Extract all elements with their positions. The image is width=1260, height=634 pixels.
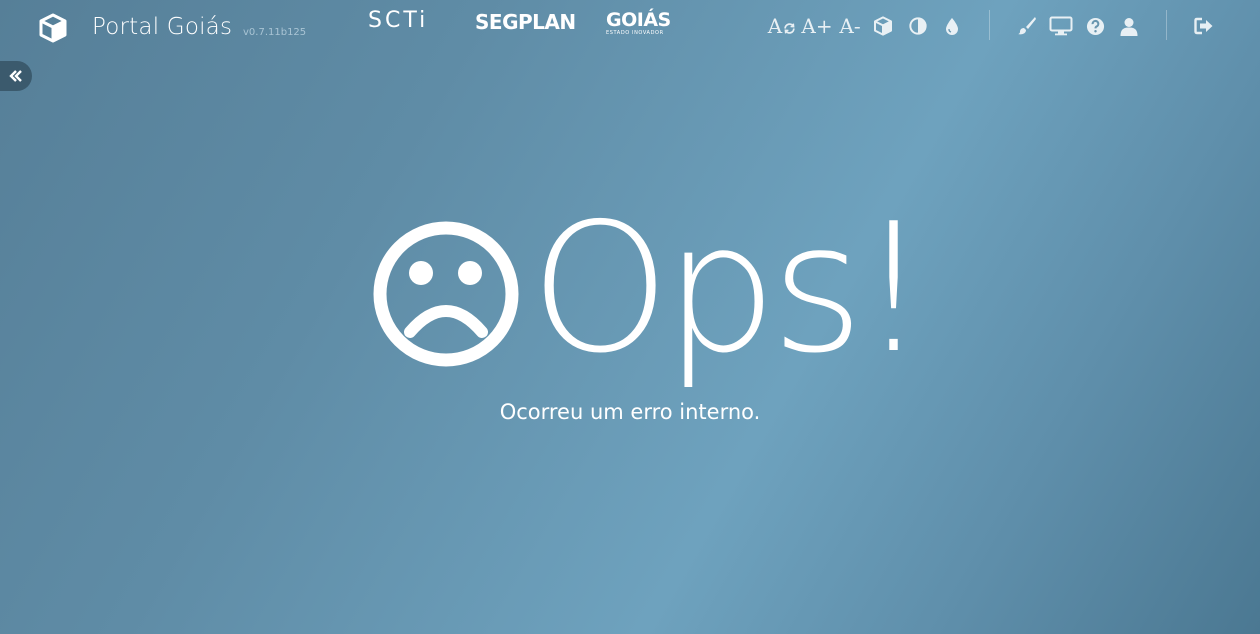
sad-face-icon [373,221,519,367]
cube-logo-icon[interactable] [38,13,68,43]
app-name[interactable]: Portal Goiás [92,14,232,40]
goias-tagline: ESTADO INOVADOR [606,30,664,36]
error-title: Ops! [530,185,929,392]
monitor-icon [1049,16,1073,36]
toolbar-divider [1166,10,1167,40]
double-chevron-left-icon [9,70,22,82]
font-decrease-button[interactable]: A- [836,13,864,39]
refresh-icon [784,22,795,34]
sign-out-icon [1194,17,1213,35]
contrast-button[interactable] [907,13,929,39]
logout-button[interactable] [1192,13,1216,39]
goias-logo: GOIÁS [606,9,671,31]
help-button[interactable] [1084,13,1106,39]
font-decrease-label: A- [839,14,861,38]
font-reset-label: A [767,14,783,38]
font-reset-button[interactable]: A [764,13,800,39]
3d-mode-button[interactable] [872,13,894,39]
app-version: v0.7.11b125 [243,27,307,38]
cube-icon [874,16,892,36]
error-message: Ocorreu um erro interno. [499,400,761,424]
scti-logo: SCTi [368,8,429,33]
brush-icon [1018,17,1036,35]
question-icon [1086,17,1104,35]
contrast-icon [909,17,927,35]
toolbar-divider [989,10,990,40]
user-icon [1120,17,1138,36]
sidebar-toggle-button[interactable] [0,61,32,91]
color-button[interactable] [942,13,962,39]
segplan-logo: SEGPLAN [475,10,576,34]
top-bar: Portal Goiás v0.7.11b125 SCTi SEGPLAN GO… [0,0,1260,54]
user-button[interactable] [1118,13,1140,39]
font-increase-label: A+ [801,14,833,38]
font-increase-button[interactable]: A+ [801,13,833,39]
display-button[interactable] [1048,13,1074,39]
drop-icon [946,18,958,35]
theme-button[interactable] [1015,13,1039,39]
